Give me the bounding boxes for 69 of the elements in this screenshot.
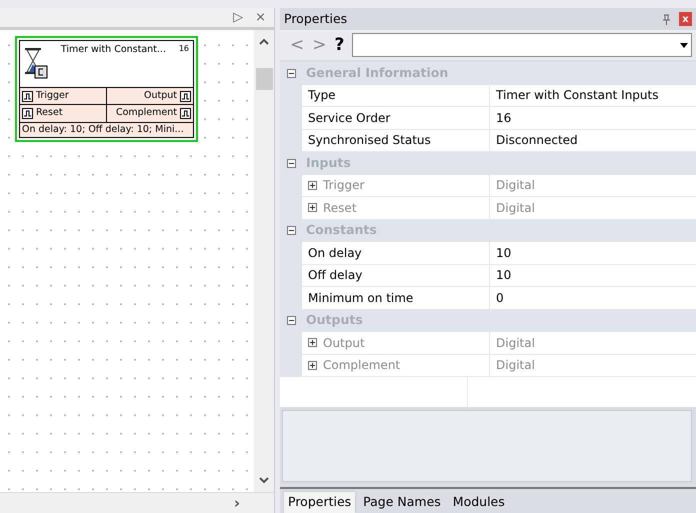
input-port-label: Reset [36, 106, 63, 120]
category-name: Outputs [305, 311, 363, 330]
property-row[interactable]: Type Timer with Constant Inputs [280, 84, 696, 107]
property-row[interactable]: Trigger Digital [280, 174, 696, 197]
property-name: Complement [323, 357, 400, 374]
property-value: 0 [496, 290, 504, 307]
close-button[interactable]: x [679, 12, 692, 26]
back-button[interactable]: < [290, 36, 304, 54]
scroll-down-icon[interactable] [259, 476, 269, 484]
property-value: Digital [496, 357, 535, 374]
block-title: Timer with Constant... [60, 43, 167, 57]
property-value: Digital [496, 200, 535, 217]
category-name: General Information [305, 64, 448, 82]
property-row[interactable]: Off delay 10 [280, 264, 696, 287]
pulse-icon [180, 90, 191, 102]
property-row[interactable]: Service Order 16 [280, 107, 696, 130]
scroll-up-icon[interactable] [259, 38, 269, 46]
property-value: Digital [496, 334, 535, 352]
tab[interactable]: Properties [284, 492, 356, 513]
category-name: Constants [305, 221, 377, 240]
scrollbar-thumb[interactable] [256, 68, 272, 90]
pulse-icon [22, 90, 33, 102]
collapse-icon[interactable] [286, 316, 296, 326]
panel-title: Properties [284, 10, 348, 28]
property-value: 10 [496, 267, 512, 284]
property-name: Off delay [308, 267, 362, 284]
property-row[interactable]: On delay 10 [280, 242, 696, 264]
object-selector[interactable] [352, 33, 692, 57]
property-value: Disconnected [496, 132, 578, 150]
property-name: Type [308, 87, 336, 104]
property-row[interactable]: Output Digital [280, 332, 696, 354]
pulse-icon [22, 108, 33, 119]
property-row[interactable]: Complement Digital [280, 354, 696, 377]
property-name: Service Order [308, 110, 390, 127]
pin-icon[interactable] [662, 14, 671, 24]
expand-icon[interactable] [308, 338, 317, 348]
dropdown-icon [680, 43, 688, 48]
expand-icon[interactable] [308, 203, 317, 212]
input-port-label: Trigger [36, 89, 69, 103]
order-number: 16 [178, 43, 189, 55]
forward-button[interactable]: > [312, 36, 326, 54]
help-button[interactable]: ? [334, 36, 344, 54]
pulse-icon [180, 108, 191, 119]
category-name: Inputs [305, 154, 351, 172]
tab[interactable]: Page Names [359, 492, 445, 513]
property-name: Reset [323, 200, 357, 217]
property-name: On delay [308, 244, 362, 262]
property-value: 10 [496, 244, 512, 262]
expand-icon[interactable] [308, 180, 317, 190]
pane-menu-button[interactable]: ▷ [233, 8, 244, 28]
property-name: Trigger [323, 177, 364, 194]
tab[interactable]: Modules [448, 492, 509, 513]
collapse-icon[interactable] [286, 226, 296, 236]
scroll-right-button[interactable]: › [234, 492, 240, 513]
hourglass-icon [24, 47, 48, 79]
expand-icon[interactable] [308, 360, 317, 370]
close-button[interactable]: × [255, 8, 266, 28]
output-port-label: Complement [116, 106, 177, 120]
property-value: Digital [496, 177, 535, 194]
property-name: Minimum on time [308, 290, 414, 307]
property-value: 16 [496, 110, 512, 127]
function-block[interactable]: Timer with Constant... 16 Trigger Output Reset Complement On delay: 10; Off delay: 10; Mini... [15, 36, 198, 142]
collapse-icon[interactable] [286, 68, 296, 78]
collapse-icon[interactable] [286, 158, 296, 168]
property-value: Timer with Constant Inputs [496, 87, 658, 104]
property-name: Output [323, 334, 365, 352]
property-name: Synchronised Status [308, 132, 431, 150]
output-port-label: Output [144, 89, 177, 103]
block-summary: On delay: 10; Off delay: 10; Mini... [20, 122, 193, 137]
